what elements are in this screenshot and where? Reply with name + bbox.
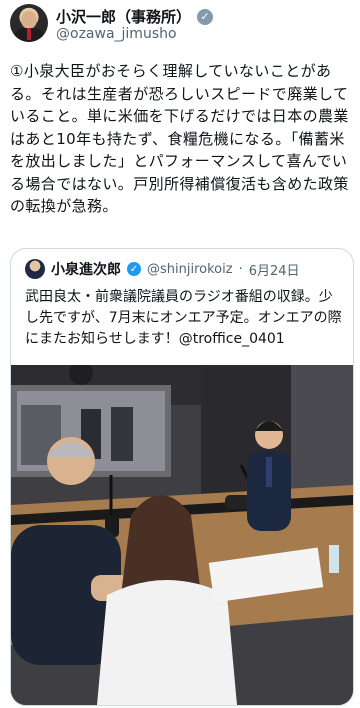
quoted-tweet-header: 小泉進次郎 ✓ @shinjirokoiz · 6月24日 <box>25 259 300 279</box>
author-avatar[interactable] <box>10 4 48 42</box>
quoted-date[interactable]: 6月24日 <box>249 260 300 279</box>
author-name-line: 小沢一郎（事務所） ✓ <box>56 6 214 27</box>
quoted-author-name[interactable]: 小泉進次郎 <box>51 259 121 279</box>
verified-badge-icon: ✓ <box>197 8 214 25</box>
radio-studio-photo[interactable] <box>11 365 353 705</box>
quoted-author-avatar[interactable] <box>25 259 45 279</box>
author-handle[interactable]: @ozawa_jimusho <box>56 26 177 42</box>
quoted-author-handle[interactable]: @shinjirokoiz <box>147 262 233 277</box>
quoted-tweet-card[interactable]: 小泉進次郎 ✓ @shinjirokoiz · 6月24日 武田良太・前衆議院議… <box>10 248 354 706</box>
author-display-name[interactable]: 小沢一郎（事務所） <box>56 6 191 27</box>
photo-illustration <box>11 365 353 705</box>
verified-badge-icon: ✓ <box>127 262 141 276</box>
tweet-text: ①小泉大臣がおそらく理解していないことがある。それは生産者が恐ろしいスピードで廃… <box>10 62 349 215</box>
quoted-tweet-text: 武田良太・前衆議院議員のラジオ番組の収録。少し先ですが、7月末にオンエア予定。オ… <box>25 289 342 347</box>
meta-separator: · <box>238 261 243 277</box>
